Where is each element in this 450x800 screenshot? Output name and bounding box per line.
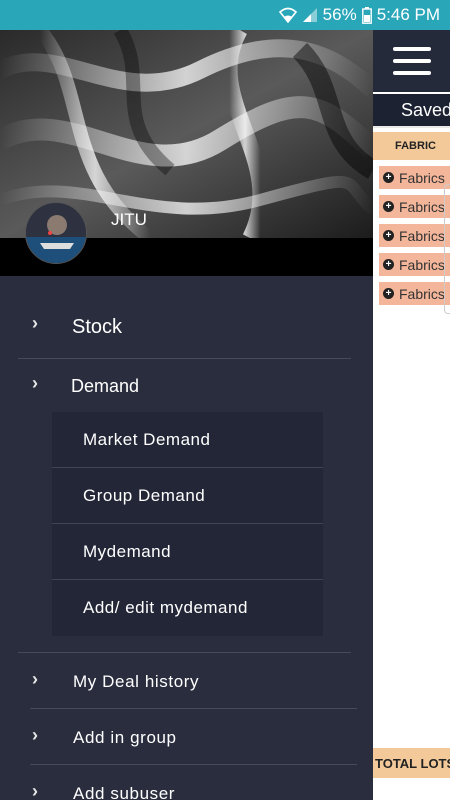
menu-item-label: Stock: [72, 316, 123, 338]
clock: 5:46 PM: [376, 5, 440, 24]
hamburger-icon[interactable]: [392, 47, 431, 75]
list-item[interactable]: + Fabrics: [379, 166, 450, 189]
fabric-label: Fabrics: [399, 227, 445, 244]
user-name: JITU: [111, 210, 147, 229]
demand-submenu: Market Demand Group Demand Mydemand Add/…: [52, 412, 323, 636]
chevron-right-icon: ›: [32, 373, 38, 393]
avatar[interactable]: [25, 202, 87, 264]
background-app: Saved FABRIC + Fabrics + Fabrics + Fabrics …: [373, 30, 450, 800]
navigation-drawer: JITU › Stock › Demand Market Demand Grou…: [0, 30, 373, 800]
menu-item-add-subuser[interactable]: › Add subuser: [30, 765, 357, 800]
list-item[interactable]: + Fabrics: [379, 253, 450, 276]
chevron-right-icon: ›: [32, 313, 38, 333]
menu-item-stock[interactable]: › Stock: [18, 276, 351, 359]
plus-icon[interactable]: +: [383, 172, 394, 183]
tab-saved[interactable]: Saved: [373, 94, 450, 128]
menu-item-deal-history[interactable]: › My Deal history: [30, 653, 357, 709]
fabric-label: Fabrics: [399, 285, 445, 302]
drawer-header: JITU: [0, 30, 373, 276]
menu-item-label: Add in group: [73, 728, 177, 747]
submenu-item-market-demand[interactable]: Market Demand: [52, 412, 323, 468]
fabric-label: Fabrics: [399, 169, 445, 186]
menu-item-add-in-group[interactable]: › Add in group: [30, 709, 357, 765]
plus-icon[interactable]: +: [383, 230, 394, 241]
plus-icon[interactable]: +: [383, 201, 394, 212]
list-item[interactable]: + Fabrics: [379, 224, 450, 247]
chevron-right-icon: ›: [32, 781, 38, 800]
chevron-right-icon: ›: [32, 669, 38, 689]
menu-item-label: My Deal history: [73, 672, 200, 691]
submenu-item-group-demand[interactable]: Group Demand: [52, 468, 323, 524]
fabric-label: Fabrics: [399, 256, 445, 273]
scrollbar[interactable]: [444, 184, 450, 314]
fabric-label: Fabrics: [399, 198, 445, 215]
total-lots-label: TOTAL LOTS: [373, 748, 450, 778]
submenu-item-add-edit-mydemand[interactable]: Add/ edit mydemand: [52, 580, 323, 636]
submenu-item-mydemand[interactable]: Mydemand: [52, 524, 323, 580]
fabric-list: + Fabrics + Fabrics + Fabrics + Fabrics + Fab…: [373, 160, 450, 314]
menu-item-label: Add subuser: [73, 784, 176, 800]
plus-icon[interactable]: +: [383, 259, 394, 270]
fabric-column-header: FABRIC: [373, 132, 450, 160]
chevron-right-icon: ›: [32, 725, 38, 745]
list-item[interactable]: + Fabrics: [379, 282, 450, 305]
menu-item-demand[interactable]: › Demand: [0, 359, 373, 412]
plus-icon[interactable]: +: [383, 288, 394, 299]
status-bar: 56% 5:46 PM: [0, 0, 450, 30]
battery-percent: 56%: [322, 5, 357, 24]
battery-icon: [361, 6, 372, 24]
app-toolbar: [373, 30, 450, 92]
menu-item-label: Demand: [71, 376, 140, 396]
signal-icon: [302, 7, 318, 23]
drawer-menu: › Stock › Demand Market Demand Group Dem…: [0, 276, 373, 800]
list-item[interactable]: + Fabrics: [379, 195, 450, 218]
wifi-icon: [278, 7, 297, 23]
screen: 56% 5:46 PM Saved FABRIC + Fabrics + Fabri…: [0, 0, 450, 800]
